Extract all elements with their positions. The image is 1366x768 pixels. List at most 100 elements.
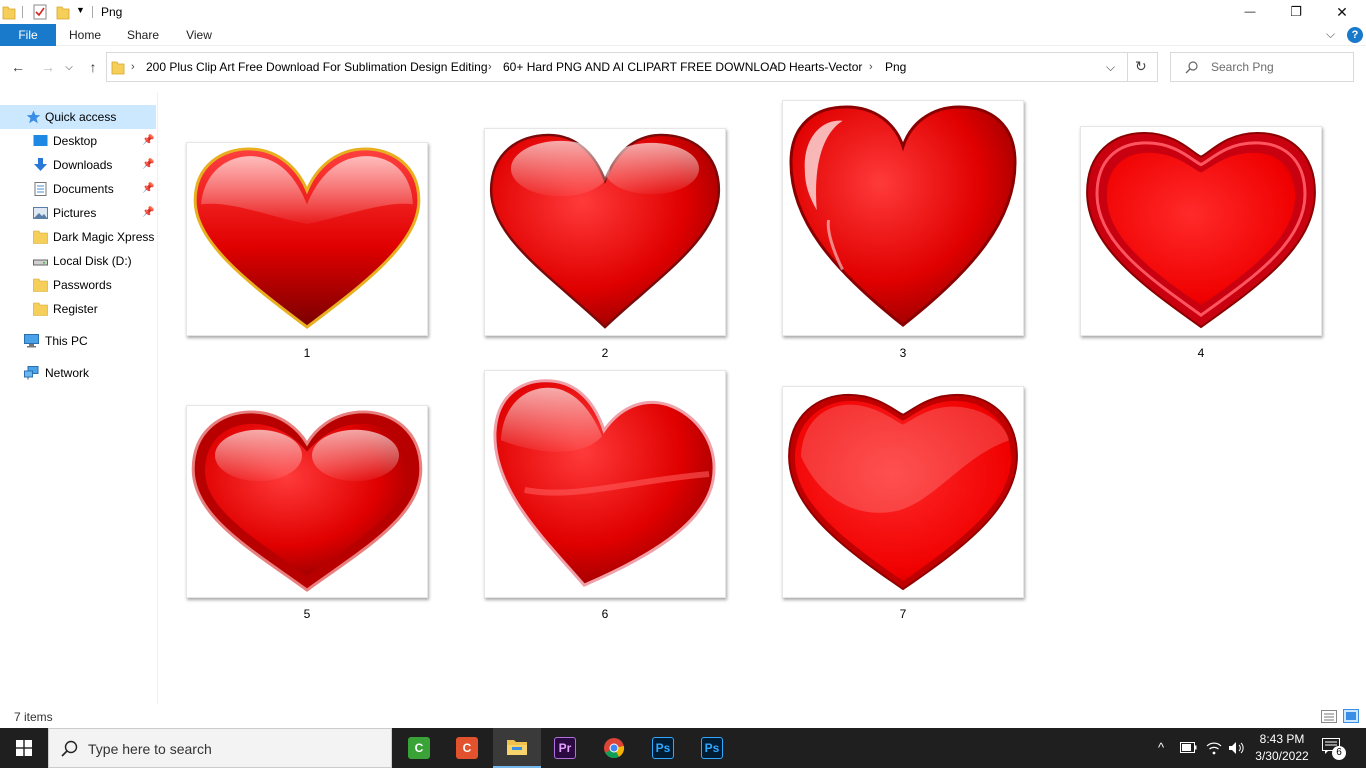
sidebar-item-network[interactable]: Network	[0, 361, 156, 385]
folder-icon	[111, 61, 125, 75]
file-name[interactable]: 7	[873, 607, 933, 621]
file-thumbnail[interactable]	[484, 128, 726, 336]
desktop-icon	[33, 135, 48, 146]
volume-icon[interactable]	[1228, 741, 1245, 755]
file-thumbnail[interactable]	[782, 100, 1024, 336]
file-name[interactable]: 6	[575, 607, 635, 621]
search-box[interactable]: Search Png	[1170, 52, 1354, 82]
sidebar-item-label: Register	[53, 302, 98, 316]
chevron-down-icon: ⌵	[65, 61, 73, 73]
pin-icon: 📌	[142, 135, 155, 146]
file-name[interactable]: 1	[277, 346, 337, 360]
new-folder-icon[interactable]	[56, 4, 70, 20]
taskbar-app-camtasia-recorder[interactable]: C	[443, 728, 491, 768]
breadcrumb-item[interactable]: 200 Plus Clip Art Free Download For Subl…	[146, 53, 488, 81]
tab-home[interactable]: Home	[62, 24, 108, 46]
camtasia-icon: C	[408, 737, 430, 759]
minimize-icon: —	[1244, 6, 1256, 18]
refresh-icon[interactable]: ↻	[1135, 58, 1147, 75]
sidebar-item-passwords[interactable]: Passwords	[0, 273, 156, 297]
file-explorer-icon	[507, 740, 527, 755]
heart-image	[789, 105, 1017, 327]
wifi-icon[interactable]	[1206, 741, 1222, 755]
breadcrumb-separator[interactable]: ›	[774, 53, 778, 81]
details-view-icon[interactable]	[1321, 710, 1337, 723]
file-thumbnail[interactable]	[186, 142, 428, 336]
heart-image	[788, 393, 1018, 591]
heart-image	[1086, 131, 1316, 329]
sidebar-item-local-disk[interactable]: Local Disk (D:)	[0, 249, 156, 273]
taskbar-search-input[interactable]: Type here to search	[88, 741, 212, 757]
close-button[interactable]: ✕	[1319, 0, 1365, 24]
file-thumbnail[interactable]	[484, 370, 726, 598]
file-name[interactable]: 4	[1171, 346, 1231, 360]
search-input[interactable]: Search Png	[1211, 60, 1274, 74]
breadcrumb-separator[interactable]: ›	[131, 53, 135, 81]
breadcrumb-item[interactable]: 60+ Hard PNG AND AI CLIPART FREE DOWNLOA…	[503, 53, 786, 81]
folder-icon	[33, 278, 48, 292]
clock[interactable]: 8:43 PM 3/30/2022	[1250, 731, 1314, 765]
taskbar-search[interactable]: Type here to search	[48, 728, 392, 768]
taskbar: Type here to search C C Pr Ps Ps ^ 8:43 …	[0, 728, 1366, 768]
expand-ribbon-icon[interactable]: ⌵	[1326, 27, 1335, 42]
tray-overflow-icon[interactable]: ^	[1158, 740, 1164, 755]
file-name[interactable]: 5	[277, 607, 337, 621]
sidebar-item-this-pc[interactable]: This PC	[0, 329, 156, 353]
tab-view[interactable]: View	[176, 24, 222, 46]
search-icon	[61, 740, 78, 757]
battery-icon[interactable]	[1180, 742, 1197, 753]
file-thumbnail[interactable]	[1080, 126, 1322, 336]
customize-quick-access-icon[interactable]: ▼	[76, 5, 85, 15]
forward-button[interactable]: →	[38, 58, 58, 76]
time: 8:43 PM	[1259, 732, 1305, 746]
up-button[interactable]: ↑	[83, 58, 103, 76]
item-count: 7 items	[14, 710, 53, 724]
windows-icon	[16, 740, 32, 756]
properties-icon[interactable]	[33, 4, 47, 20]
breadcrumb-item[interactable]: Png	[885, 53, 906, 81]
taskbar-app-file-explorer[interactable]	[493, 728, 541, 768]
divider	[92, 6, 93, 18]
folder-icon	[33, 302, 48, 316]
sidebar-item-dark-magic-xpress[interactable]: Dark Magic Xpress 1	[0, 225, 156, 249]
taskbar-app-camtasia[interactable]: C	[395, 728, 443, 768]
status-bar: 7 items	[0, 706, 1366, 728]
folder-icon[interactable]	[2, 4, 16, 20]
file-thumbnail[interactable]	[782, 386, 1024, 598]
tab-file[interactable]: File	[0, 24, 56, 46]
file-thumbnail[interactable]	[186, 405, 428, 598]
file-name[interactable]: 2	[575, 346, 635, 360]
minimize-button[interactable]: —	[1227, 0, 1273, 24]
address-dropdown-icon[interactable]: ⌵	[1106, 60, 1115, 75]
address-bar[interactable]: › 200 Plus Clip Art Free Download For Su…	[106, 52, 1158, 82]
maximize-button[interactable]: ❐	[1273, 0, 1319, 24]
taskbar-app-premiere[interactable]: Pr	[541, 728, 589, 768]
sidebar-item-quick-access[interactable]: Quick access	[0, 105, 156, 129]
sidebar-item-label: This PC	[45, 334, 88, 348]
pin-icon: 📌	[142, 159, 155, 170]
camtasia-recorder-icon: C	[456, 737, 478, 759]
tab-share[interactable]: Share	[120, 24, 166, 46]
recent-locations-button[interactable]: ⌵	[62, 58, 76, 76]
sidebar-item-desktop[interactable]: Desktop 📌	[0, 129, 156, 153]
downloads-icon	[34, 158, 47, 171]
help-icon: ?	[1351, 29, 1359, 41]
sidebar-item-register[interactable]: Register	[0, 297, 156, 321]
taskbar-app-photoshop[interactable]: Ps	[639, 728, 687, 768]
back-button[interactable]: ←	[8, 58, 28, 76]
taskbar-app-photoshop-2[interactable]: Ps	[688, 728, 736, 768]
notifications-button[interactable]: 6	[1322, 738, 1346, 760]
large-icons-view-icon[interactable]	[1343, 709, 1359, 723]
breadcrumb-separator[interactable]: ›	[869, 53, 873, 81]
breadcrumb-item[interactable]: Hearts-Vector	[789, 53, 862, 81]
sidebar-item-downloads[interactable]: Downloads 📌	[0, 153, 156, 177]
ribbon: File Home Share View ⌵ ?	[0, 24, 1366, 46]
sidebar-item-pictures[interactable]: Pictures 📌	[0, 201, 156, 225]
file-list: 1 2 3 4 5 6 7	[160, 92, 1366, 704]
file-name[interactable]: 3	[873, 346, 933, 360]
breadcrumb-separator[interactable]: ›	[488, 53, 492, 81]
taskbar-app-chrome[interactable]	[590, 728, 638, 768]
sidebar-item-documents[interactable]: Documents 📌	[0, 177, 156, 201]
start-button[interactable]	[0, 728, 48, 768]
help-button[interactable]: ?	[1347, 27, 1363, 43]
